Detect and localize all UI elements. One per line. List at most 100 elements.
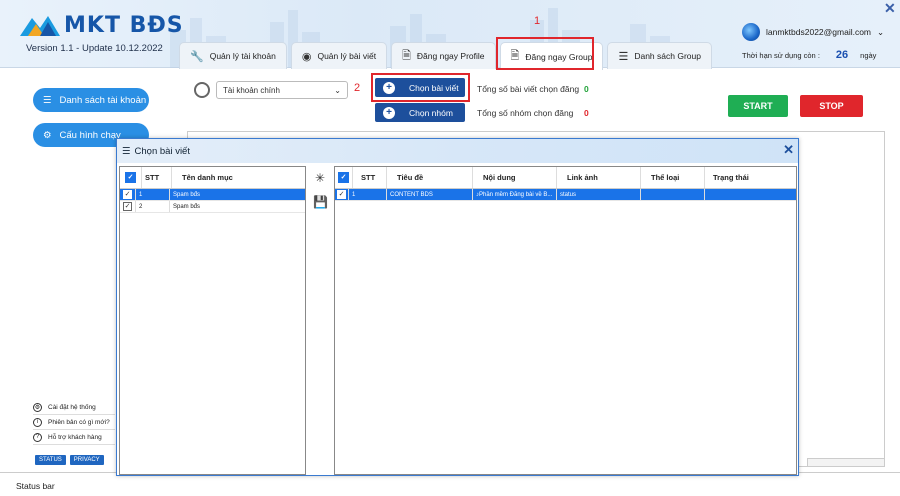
dialog-title: Chọn bài viết [134,145,190,157]
column-header: Nội dung [473,167,557,188]
wrench-icon: 🔧 [190,50,204,63]
gears-icon: ⚙ [43,129,52,141]
tab-account-management[interactable]: 🔧 Quản lý tài khoản [179,42,287,69]
posts-count: Tổng số bài viết chọn đăng 0 [477,84,589,94]
button-label: Chọn nhóm [409,107,453,118]
main-tabs: 🔧 Quản lý tài khoản ◉ Quản lý bài viết 🗎 Đă… [179,42,712,70]
whats-new-link[interactable]: i Phiên bản có gì mới? [33,415,115,430]
tab-group-list[interactable]: ☰ Danh sách Group [607,42,712,69]
app-version: Version 1.1 - Update 10.12.2022 [26,43,163,54]
help-icon: ? [33,432,42,442]
dialog-actions: ✳ 💾 [313,171,328,219]
tab-label: Danh sách Group [634,51,701,61]
info-icon: i [33,417,42,427]
tab-post-management[interactable]: ◉ Quản lý bài viết [290,42,388,69]
list-icon: ☰ [122,145,131,157]
highlight-box-button [371,73,470,102]
sidebar-links: ⚙ Cài đặt hệ thống i Phiên bản có gì mới? … [33,400,115,445]
table-cell [705,189,796,200]
column-header: Tiêu đề [387,167,473,188]
logo-mark-icon [20,16,60,36]
loading-icon[interactable]: ✳ [313,171,327,185]
link-label: Phiên bản có gì mới? [48,418,110,426]
button-label: Danh sách tài khoản [59,94,147,106]
table-cell: ♪Phần mềm Đăng bài về B... [473,189,557,200]
close-icon[interactable]: ✕ [783,142,794,158]
select-all-checkbox[interactable]: ✓ [125,172,136,183]
table-header: ✓ STT Tên danh mục [120,167,305,189]
status-badge[interactable]: STATUS [35,455,66,465]
avatar [742,23,760,41]
app-header: MKT BĐS Version 1.1 - Update 10.12.2022 … [0,0,900,70]
column-header: Tên danh mục [182,173,233,182]
table-cell [641,189,705,200]
table-cell: status [557,189,641,200]
dialog-title-bar: ☰ Chọn bài viết [117,139,798,163]
support-link[interactable]: ? Hỗ trợ khách hàng [33,430,115,445]
expiry-info: Thời hạn sử dụng còn : 26 ngày [742,49,876,61]
chevron-down-icon: ⌄ [334,85,341,95]
groups-count-label: Tổng số nhóm chọn đăng [477,108,574,118]
table-cell: CONTENT BDS [387,189,473,200]
groups-count: Tổng số nhóm chọn đăng 0 [477,108,589,118]
refresh-icon[interactable] [194,82,210,98]
privacy-badge[interactable]: PRIVACY [69,455,104,465]
column-header: Link ảnh [557,167,641,188]
row-checkbox[interactable]: ✓ [337,190,346,199]
save-icon[interactable]: 💾 [313,195,328,209]
expiry-unit: ngày [860,50,877,60]
footer-badges: STATUS PRIVACY [35,455,104,465]
chevron-down-icon: ⌄ [877,26,885,37]
plus-icon: + [383,106,395,119]
posts-count-value: 0 [584,84,589,94]
row-checkbox[interactable]: ✓ [123,190,132,199]
app-logo: MKT BĐS [18,12,184,38]
expiry-value: 26 [835,49,849,61]
column-header: STT [353,167,387,188]
table-row[interactable]: ✓ 1 CONTENT BDS ♪Phần mềm Đăng bài về B.… [335,189,796,201]
groups-count-value: 0 [584,108,589,118]
link-label: Hỗ trợ khách hàng [48,433,102,441]
button-label: Cấu hình chạy [59,129,121,141]
table-cell: 1 [349,189,387,200]
annotation-number-1: 1 [534,15,541,27]
table-cell: 2 [136,201,170,212]
tab-label: Quản lý bài viết [317,51,377,61]
stop-button[interactable]: STOP [800,95,863,117]
user-account[interactable]: lanmktbds2022@gmail.com ⌄ [742,23,884,41]
highlight-box-tab [496,37,594,70]
start-button[interactable]: START [728,95,788,117]
choose-posts-dialog: ☰ Chọn bài viết ✕ ✓ STT Tên danh mục ✓ 1… [116,138,799,476]
annotation-number-2: 2 [354,82,361,94]
list-icon: ☰ [43,94,52,106]
table-header: ✓ STT Tiêu đề Nội dung Link ảnh Thể loại… [335,167,796,189]
account-select[interactable]: Tài khoản chính ⌄ [216,81,348,99]
close-icon[interactable]: ✕ [884,0,896,17]
posts-count-label: Tổng số bài viết chọn đăng [477,84,580,94]
gear-icon: ⚙ [33,402,42,412]
horizontal-scrollbar[interactable] [807,458,885,467]
table-row[interactable]: ✓ 2 Spam bđs [120,201,305,213]
posts-table: ✓ STT Tiêu đề Nội dung Link ảnh Thể loại… [334,166,797,475]
column-header: Thể loại [641,167,705,188]
tab-label: Quản lý tài khoản [209,51,276,61]
tab-label: Đăng ngay Profile [416,51,485,61]
account-list-button[interactable]: ☰ Danh sách tài khoản [33,88,149,112]
table-cell: Spam bđs [173,191,201,198]
select-value: Tài khoản chính [223,85,280,95]
table-cell: 1 [136,189,170,200]
table-row[interactable]: ✓ 1 Spam bđs [120,189,305,201]
table-cell: Spam bđs [173,203,201,210]
eye-icon: ◉ [301,50,312,63]
select-all-checkbox[interactable]: ✓ [338,172,349,183]
row-checkbox[interactable]: ✓ [123,202,132,211]
tab-post-profile[interactable]: 🗎 Đăng ngay Profile [391,42,496,69]
list-icon: ☰ [618,50,629,63]
account-selector: Tài khoản chính ⌄ [194,81,348,99]
doc-icon: 🗎 [402,49,411,62]
app-brand: MKT BĐS [64,12,184,38]
user-email: lanmktbds2022@gmail.com [766,27,872,37]
category-table: ✓ STT Tên danh mục ✓ 1 Spam bđs ✓ 2 Spam… [119,166,306,475]
choose-groups-button[interactable]: + Chọn nhóm [375,103,465,122]
system-settings-link[interactable]: ⚙ Cài đặt hệ thống [33,400,115,415]
